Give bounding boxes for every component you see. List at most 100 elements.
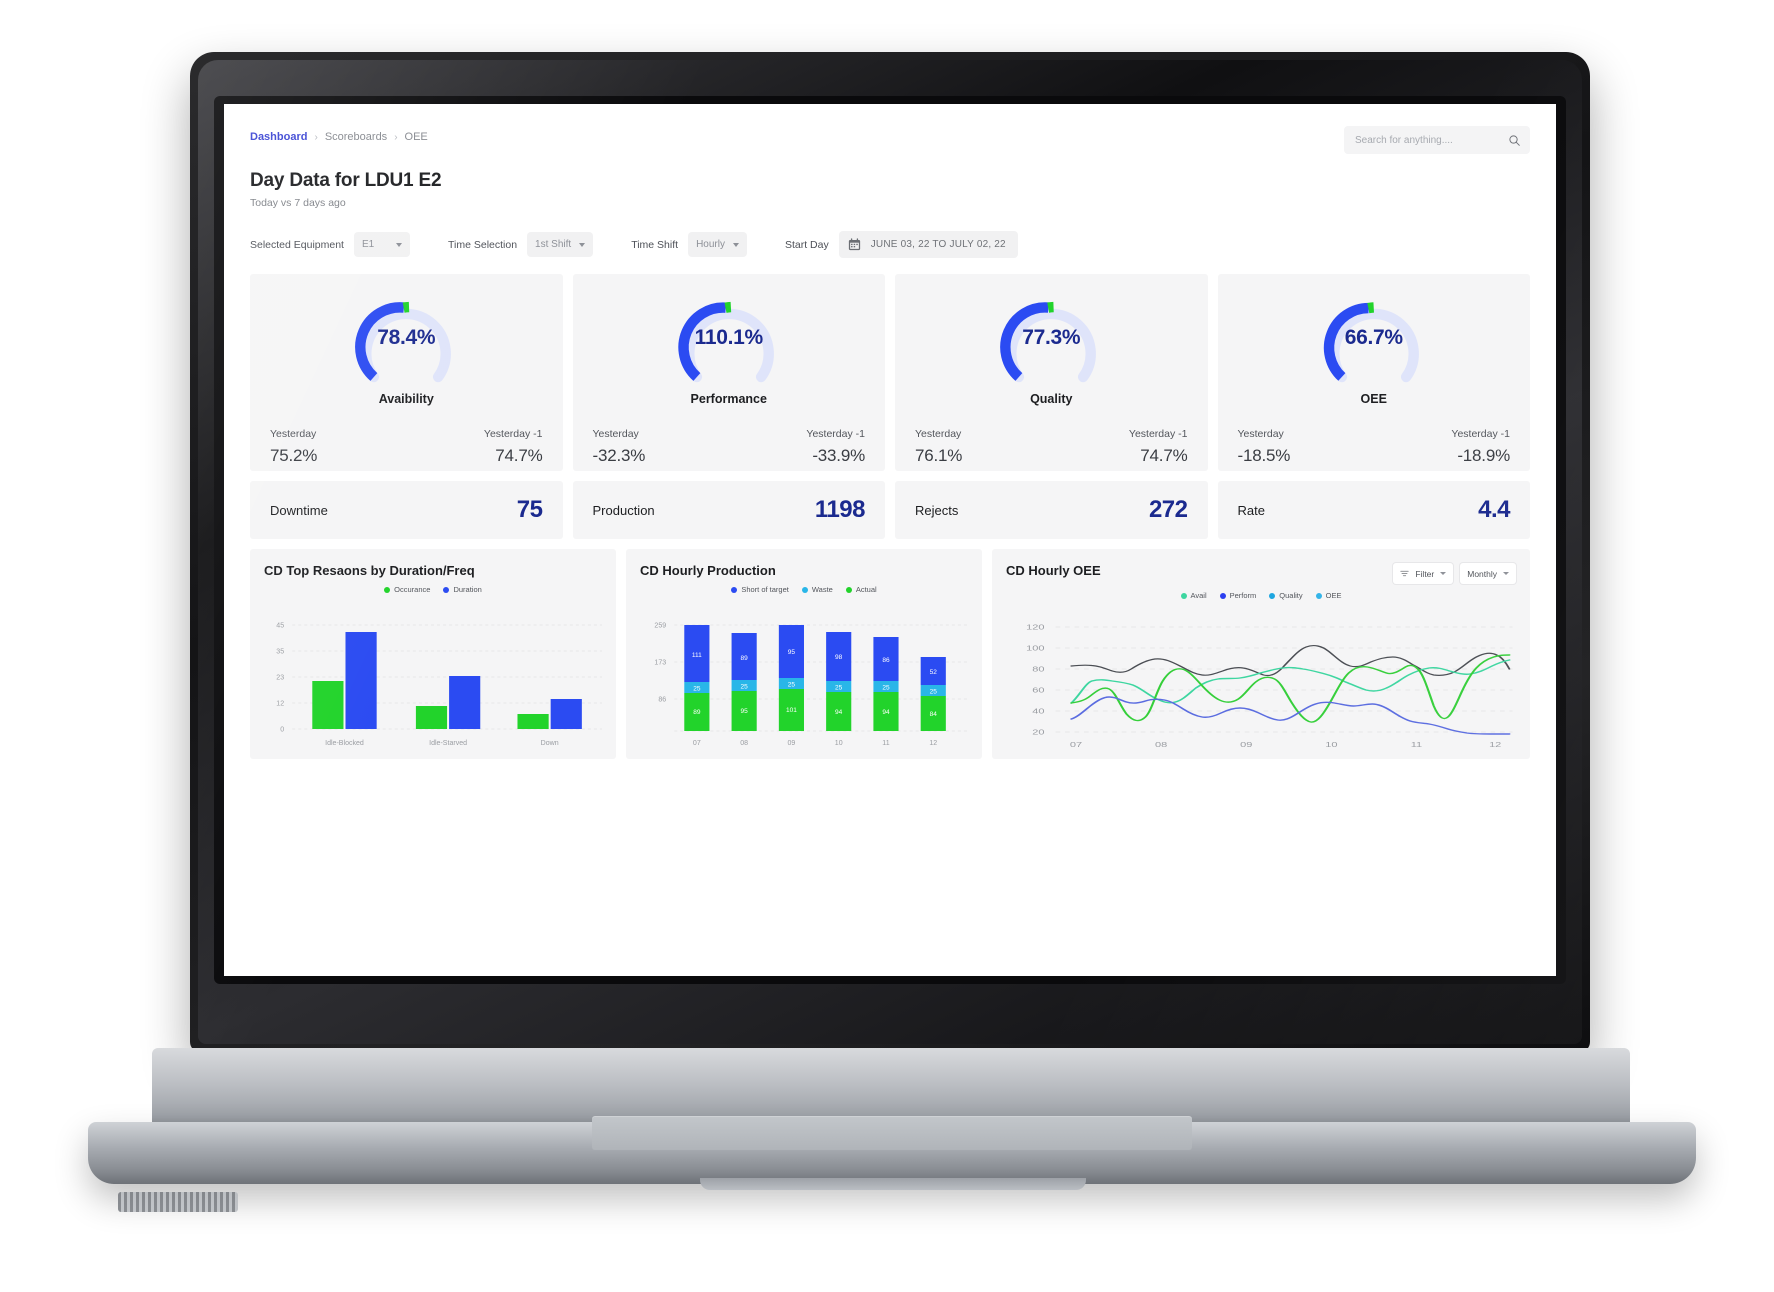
kpi-card-rejects: Rejects 272 <box>895 481 1208 539</box>
bar-label-07-actual: 89 <box>693 709 701 716</box>
search-box[interactable] <box>1344 126 1530 154</box>
legend-dot-waste <box>801 586 808 593</box>
laptop-trackpad[interactable] <box>592 1116 1192 1150</box>
kpi-value-rejects: 272 <box>1148 496 1188 523</box>
laptop-vent <box>118 1192 238 1212</box>
legend-dot-oee <box>1315 592 1322 599</box>
ytick-40: 40 <box>1032 707 1044 715</box>
gauge-yesterday-label: Yesterday <box>915 428 962 440</box>
kpi-card-production: Production 1198 <box>572 481 885 539</box>
gauge-label-oee: OEE <box>1360 392 1387 406</box>
date-range-picker[interactable]: JUNE 03, 22 TO JULY 02, 22 <box>838 231 1018 258</box>
gauge-yesterday1-quality: Yesterday -1 74.7% <box>1051 428 1188 466</box>
bar-label-10-waste: 25 <box>835 685 843 692</box>
bar-occurance-down <box>517 714 549 729</box>
kpi-card-downtime: Downtime 75 <box>250 481 563 539</box>
legend-label-quality: Quality <box>1279 591 1303 600</box>
legend-item-actual[interactable]: Actual <box>845 585 877 594</box>
breadcrumb-separator-1: › <box>314 131 318 143</box>
kpi-card-rate: Rate 4.4 <box>1217 481 1530 539</box>
legend-item-perform[interactable]: Perform <box>1219 591 1257 600</box>
legend-item-occurance[interactable]: Occurance <box>384 585 430 594</box>
kpi-label-rejects: Rejects <box>915 502 959 518</box>
period-select[interactable]: Monthly <box>1460 563 1516 584</box>
filter-button-label: Filter <box>1415 568 1435 579</box>
filter-button[interactable]: Filter <box>1393 563 1454 584</box>
xtick-08: 08 <box>1155 741 1167 749</box>
bar-duration-idle-blocked <box>345 632 377 729</box>
chart-plot-hourly-oee: 120 100 80 60 40 20 07 08 09 10 11 12 <box>1002 611 1522 753</box>
start-day-label: Start Day <box>784 238 829 251</box>
line-series-avail <box>1070 659 1511 704</box>
time-shift-select[interactable]: Hourly <box>688 232 747 257</box>
xtick-10: 10 <box>1325 741 1337 749</box>
xtick-idle-starved: Idle-Starved <box>429 740 467 747</box>
chevron-down-icon <box>579 242 586 247</box>
time-selection-select[interactable]: 1st Shift <box>527 232 594 257</box>
legend-item-duration[interactable]: Duration <box>443 585 482 594</box>
breadcrumb-oee[interactable]: OEE <box>405 131 428 143</box>
bar-label-08-waste: 25 <box>741 684 749 691</box>
stack-11: 94 25 86 <box>873 637 899 731</box>
bar-label-11-short: 86 <box>882 657 890 664</box>
legend-item-quality[interactable]: Quality <box>1269 591 1303 600</box>
kpi-value-downtime: 75 <box>516 496 543 523</box>
chart-card-top-reasons: CD Top Resaons by Duration/Freq Occuranc… <box>250 549 616 759</box>
filter-icon <box>1400 570 1410 577</box>
xtick-07: 07 <box>693 740 701 747</box>
search-input[interactable] <box>1353 133 1502 147</box>
xtick-down: Down <box>541 740 559 747</box>
chart-card-hourly-production: CD Hourly Production Short of target Was… <box>626 549 982 759</box>
xtick-12: 12 <box>929 740 937 747</box>
bar-label-12-actual: 84 <box>930 711 938 718</box>
chart-controls: Filter Monthly <box>1393 563 1516 584</box>
legend-item-avail[interactable]: Avail <box>1180 591 1207 600</box>
gauge-yesterday1-value: 74.7% <box>1140 446 1188 465</box>
calendar-icon <box>848 238 860 251</box>
gauge-yesterday1-label: Yesterday -1 <box>483 428 543 440</box>
gauge-yesterday1-performance: Yesterday -1 -33.9% <box>729 428 865 466</box>
legend-dot-duration <box>443 586 450 593</box>
legend-label-short-of-target: Short of target <box>741 585 789 594</box>
ytick-259: 259 <box>654 623 666 630</box>
ytick-23: 23 <box>276 675 284 682</box>
gauge-yesterday-availability: Yesterday 75.2% <box>270 428 406 466</box>
legend-item-short-of-target[interactable]: Short of target <box>731 585 789 594</box>
bar-label-08-short: 89 <box>741 655 749 662</box>
stack-09: 101 25 95 <box>778 625 804 731</box>
gauge-yesterday1-value: -18.9% <box>1457 446 1510 465</box>
xtick-11: 11 <box>882 740 889 747</box>
xtick-09: 09 <box>788 740 796 747</box>
gauge-value-availability: 78.4% <box>377 326 436 349</box>
time-shift-value: Hourly <box>696 239 725 250</box>
gauge-label-quality: Quality <box>1030 392 1073 406</box>
legend-label-occurance: Occurance <box>394 585 431 594</box>
legend-label-perform: Perform <box>1229 591 1257 600</box>
bar-occurance-idle-blocked <box>312 681 344 729</box>
bar-label-10-actual: 94 <box>835 709 843 716</box>
chart-plot-hourly-production: 259 173 86 89 25 111 95 25 89 101 25 95 … <box>636 611 974 753</box>
breadcrumb-dashboard[interactable]: Dashboard <box>250 131 307 143</box>
chart-legend-hourly-production: Short of target Waste Actual <box>640 585 968 594</box>
xtick-10: 10 <box>835 740 843 747</box>
legend-label-waste: Waste <box>811 585 833 594</box>
gauge-value-quality: 77.3% <box>1022 326 1081 349</box>
gauge-yesterday-oee: Yesterday -18.5% <box>1238 428 1374 466</box>
time-shift-label: Time Shift <box>631 238 679 251</box>
line-series-perform <box>1070 696 1511 735</box>
legend-item-waste[interactable]: Waste <box>801 585 833 594</box>
breadcrumb-scoreboards[interactable]: Scoreboards <box>325 131 387 143</box>
gauge-footer-oee: Yesterday -18.5% Yesterday -1 -18.9% <box>1218 428 1531 466</box>
top-bar: Dashboard › Scoreboards › OEE <box>250 126 1530 154</box>
gauge-yesterday1-label: Yesterday -1 <box>806 428 865 440</box>
equipment-select[interactable]: E1 <box>353 232 410 257</box>
legend-label-actual: Actual <box>855 585 877 594</box>
gauge-footer-quality: Yesterday 76.1% Yesterday -1 74.7% <box>895 428 1208 466</box>
bar-label-12-waste: 25 <box>930 689 938 696</box>
gauge-yesterday1-availability: Yesterday -1 74.7% <box>406 428 543 466</box>
ytick-80: 80 <box>1032 665 1044 673</box>
chart-row: CD Top Resaons by Duration/Freq Occuranc… <box>250 549 1530 759</box>
bar-label-09-waste: 25 <box>788 682 796 689</box>
stack-12: 84 25 52 <box>920 657 946 731</box>
legend-item-oee[interactable]: OEE <box>1315 591 1341 600</box>
